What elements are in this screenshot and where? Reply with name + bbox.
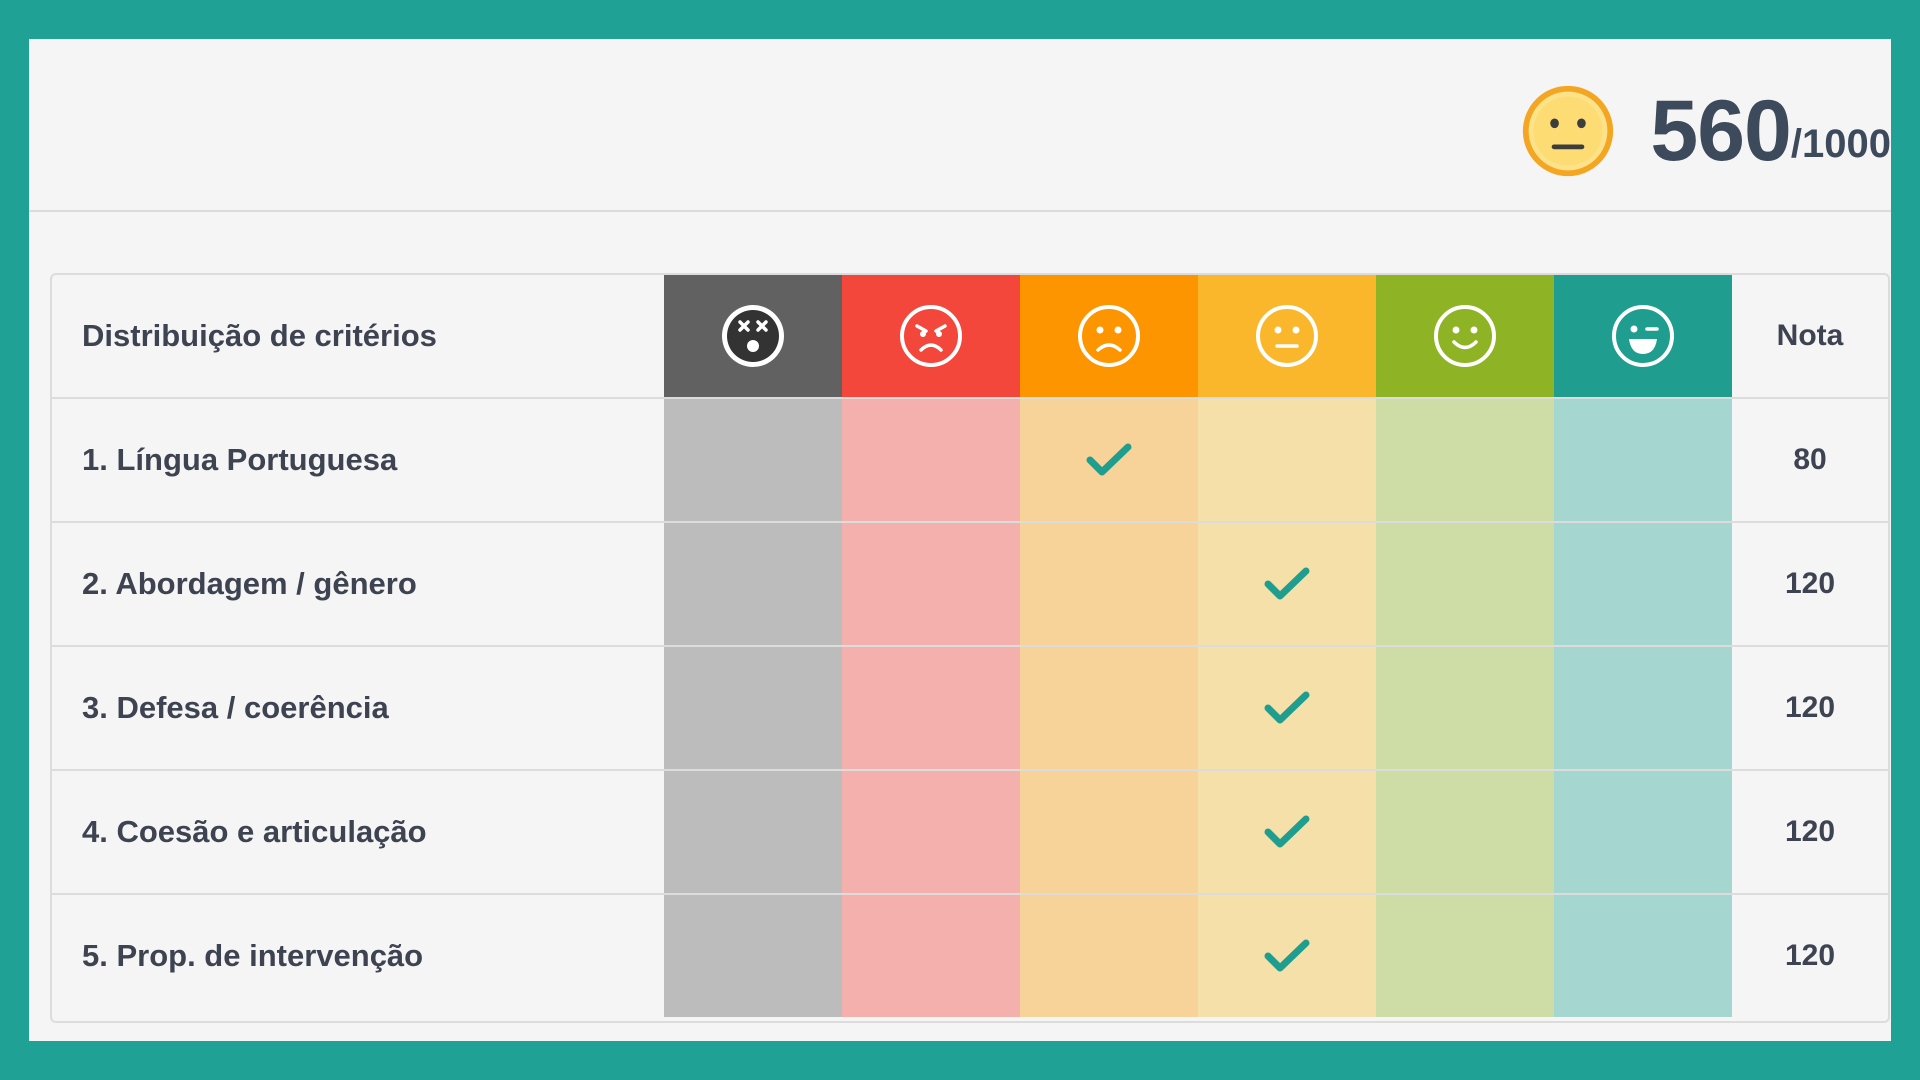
wink-face-icon <box>1554 275 1732 397</box>
check-icon <box>1086 442 1132 478</box>
level-cell <box>1198 771 1376 893</box>
level-cell <box>1376 523 1554 645</box>
criterion-label: 4. Coesão e articulação <box>82 814 427 849</box>
dizzy-face-icon <box>664 275 842 397</box>
level-cell <box>664 647 842 769</box>
level-cell <box>1376 399 1554 521</box>
level-cell <box>1198 523 1376 645</box>
score-summary: 560 /1000 <box>1520 61 1891 201</box>
criterion-label: 2. Abordagem / gênero <box>82 566 417 601</box>
level-cell <box>842 523 1020 645</box>
level-cell <box>1376 647 1554 769</box>
level-cell <box>1020 895 1198 1017</box>
level-cell <box>1198 647 1376 769</box>
level-cell <box>664 771 842 893</box>
score-total: /1000 <box>1790 121 1891 166</box>
level-cell <box>1554 523 1732 645</box>
smile-face-icon <box>1376 275 1554 397</box>
criterion-score: 120 <box>1784 939 1836 972</box>
level-cell <box>1020 771 1198 893</box>
level-cell <box>664 399 842 521</box>
criterion-score: 120 <box>1784 815 1836 848</box>
level-cell <box>1554 399 1732 521</box>
check-icon <box>1264 566 1310 602</box>
level-cell <box>1376 895 1554 1017</box>
table-row: 5. Prop. de intervenção 120 <box>52 895 1888 1017</box>
table-row: 3. Defesa / coerência 120 <box>52 647 1888 771</box>
divider <box>29 210 1891 212</box>
criterion-score: 80 <box>1793 443 1827 476</box>
table-row: 4. Coesão e articulação 120 <box>52 771 1888 895</box>
level-cell <box>1020 399 1198 521</box>
criterion-label: 3. Defesa / coerência <box>82 690 389 725</box>
nota-header: Nota <box>1776 319 1844 352</box>
level-cell <box>664 895 842 1017</box>
results-panel: 560 /1000 Distribuição de critérios Nota… <box>29 39 1891 1041</box>
criterion-score: 120 <box>1784 567 1836 600</box>
criterion-score: 120 <box>1784 691 1836 724</box>
sad-face-icon <box>1020 275 1198 397</box>
table-row: 2. Abordagem / gênero 120 <box>52 523 1888 647</box>
criteria-rows: 1. Língua Portuguesa 80 2. Abordagem / gên… <box>52 399 1888 1017</box>
level-cell <box>1554 895 1732 1017</box>
level-cell <box>1198 895 1376 1017</box>
angry-face-icon <box>842 275 1020 397</box>
score-value: 560 <box>1650 82 1791 179</box>
table-header-row: Distribuição de critérios Nota <box>52 275 1888 399</box>
criteria-table: Distribuição de critérios Nota 1. Língua… <box>50 273 1890 1023</box>
criteria-header-label: Distribuição de critérios <box>82 318 437 353</box>
check-icon <box>1264 938 1310 974</box>
level-cell <box>842 647 1020 769</box>
level-cell <box>842 895 1020 1017</box>
table-row: 1. Língua Portuguesa 80 <box>52 399 1888 523</box>
level-cell <box>1554 647 1732 769</box>
check-icon <box>1264 814 1310 850</box>
check-icon <box>1264 690 1310 726</box>
level-cell <box>664 523 842 645</box>
neutral-face-icon <box>1520 83 1616 179</box>
level-cell <box>1554 771 1732 893</box>
level-cell <box>842 399 1020 521</box>
level-cell <box>1198 399 1376 521</box>
level-cell <box>842 771 1020 893</box>
neutral-face-icon <box>1198 275 1376 397</box>
level-cell <box>1376 771 1554 893</box>
level-cell <box>1020 647 1198 769</box>
level-cell <box>1020 523 1198 645</box>
criterion-label: 5. Prop. de intervenção <box>82 938 424 973</box>
criterion-label: 1. Língua Portuguesa <box>82 442 398 477</box>
